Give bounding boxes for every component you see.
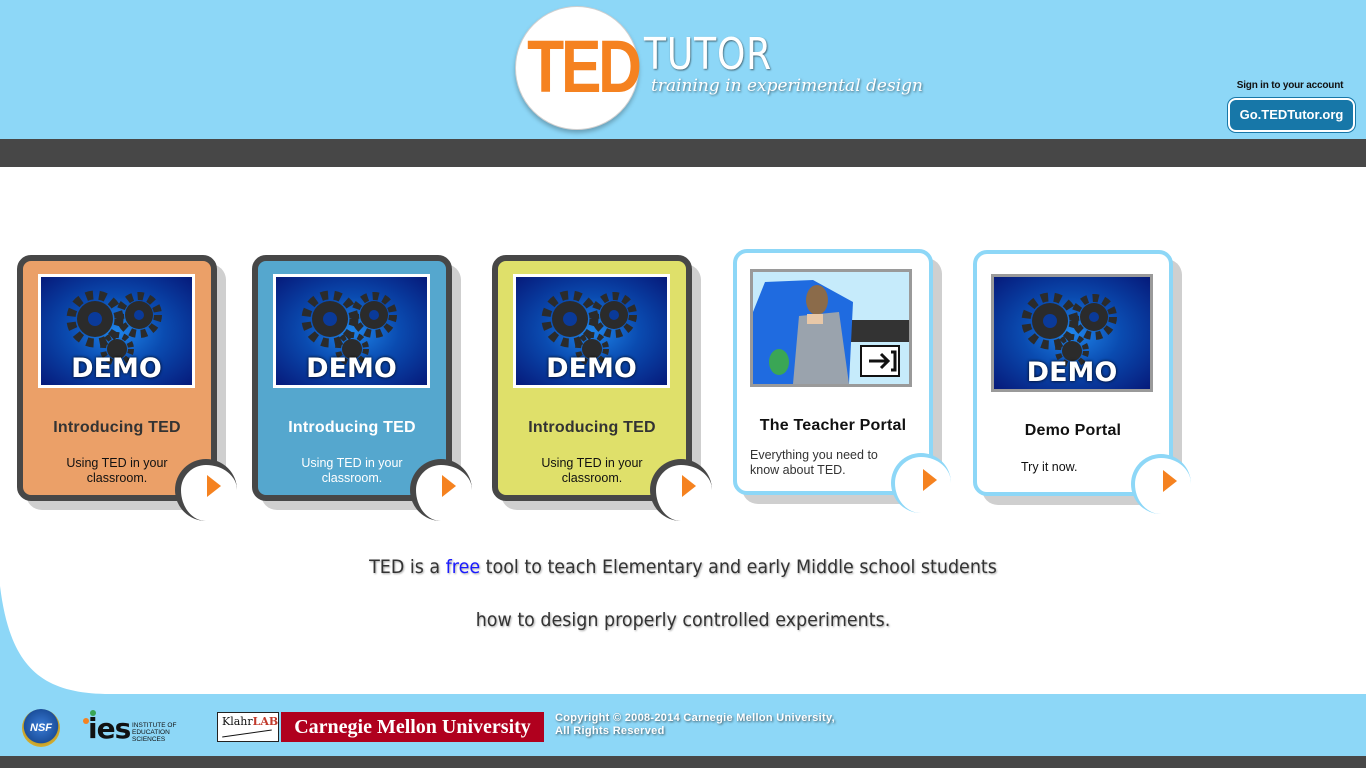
lab-word: LAB bbox=[252, 715, 279, 728]
card-title: The Teacher Portal bbox=[759, 417, 907, 434]
cmu-logo[interactable]: Carnegie Mellon University bbox=[281, 712, 544, 742]
card-introducing-ted-2[interactable]: DEMO Introducing TED Using TED in your c… bbox=[252, 255, 472, 521]
demo-label: DEMO bbox=[1026, 357, 1118, 388]
card-title: Demo Portal bbox=[1024, 422, 1122, 439]
card-introducing-ted-1[interactable]: DEMO Introducing TED Using TED in your c… bbox=[17, 255, 237, 521]
go-tedtutor-button[interactable]: Go.TEDTutor.org bbox=[1228, 98, 1355, 132]
signin-label: Sign in to your account bbox=[1236, 80, 1344, 91]
card-title: Introducing TED bbox=[528, 419, 656, 436]
play-arrow-icon[interactable] bbox=[682, 475, 696, 497]
tagline-line-1: TED is a free tool to teach Elementary a… bbox=[55, 556, 1312, 578]
card-demo-portal[interactable]: DEMO Demo Portal Try it now. bbox=[973, 250, 1191, 514]
card-title: Introducing TED bbox=[288, 419, 416, 436]
demo-label: DEMO bbox=[306, 353, 397, 384]
play-arrow-icon[interactable] bbox=[442, 475, 456, 497]
nsf-logo[interactable]: NSF bbox=[22, 709, 60, 747]
tagline-pre: TED is a bbox=[369, 556, 446, 578]
scientist-illustration-icon bbox=[753, 280, 909, 384]
ted-logo[interactable]: TED bbox=[515, 6, 642, 130]
demo-thumbnail[interactable]: DEMO bbox=[513, 274, 670, 388]
klahrlab-text: KlahrLAB bbox=[222, 715, 278, 728]
demo-thumbnail[interactable]: DEMO bbox=[38, 274, 195, 388]
card-notch bbox=[650, 459, 712, 521]
logo-ted-text: TED bbox=[527, 25, 642, 108]
copyright: Copyright © 2008-2014 Carnegie Mellon Un… bbox=[555, 712, 835, 738]
footer-bottom-bar bbox=[0, 756, 1366, 768]
demo-thumbnail[interactable]: DEMO bbox=[273, 274, 430, 388]
demo-thumbnail[interactable]: DEMO bbox=[991, 274, 1153, 392]
card-notch bbox=[410, 459, 472, 521]
card-description: Using TED in your classroom. bbox=[301, 456, 403, 485]
footer-wave bbox=[0, 586, 1366, 696]
card-title: Introducing TED bbox=[53, 419, 181, 436]
copyright-line-1: Copyright © 2008-2014 Carnegie Mellon Un… bbox=[555, 712, 835, 724]
teacher-portal-thumbnail[interactable] bbox=[750, 269, 912, 387]
ies-wordmark: ies bbox=[88, 712, 131, 745]
header-divider-bar bbox=[0, 139, 1366, 167]
klahrlab-line bbox=[222, 729, 272, 738]
card-description: Using TED in your classroom. bbox=[541, 456, 643, 485]
demo-label: DEMO bbox=[71, 353, 162, 384]
ies-subtitle: INSTITUTE OF EDUCATION SCIENCES bbox=[132, 722, 177, 743]
card-description: Try it now. bbox=[1021, 460, 1078, 474]
card-description: Everything you need to know about TED. bbox=[750, 448, 878, 477]
card-notch bbox=[891, 453, 951, 513]
logo-tagline: training in experimental design bbox=[651, 76, 923, 96]
card-introducing-ted-3[interactable]: DEMO Introducing TED Using TED in your c… bbox=[492, 255, 712, 521]
card-notch bbox=[1131, 454, 1191, 514]
tagline-free: free bbox=[445, 556, 481, 578]
card-description: Using TED in your classroom. bbox=[66, 456, 168, 485]
card-teacher-portal[interactable]: The Teacher Portal Everything you need t… bbox=[733, 249, 951, 513]
klahr-word: Klahr bbox=[222, 715, 253, 728]
play-arrow-icon[interactable] bbox=[923, 469, 937, 491]
play-arrow-icon[interactable] bbox=[207, 475, 221, 497]
card-notch bbox=[175, 459, 237, 521]
demo-label: DEMO bbox=[546, 353, 637, 384]
logo-tutor-text: TUTOR bbox=[644, 29, 773, 80]
copyright-line-2: All Rights Reserved bbox=[555, 725, 665, 737]
play-arrow-icon[interactable] bbox=[1163, 470, 1177, 492]
klahrlab-logo[interactable]: KlahrLAB bbox=[217, 712, 279, 742]
tagline-post: tool to teach Elementary and early Middl… bbox=[480, 556, 997, 578]
ies-logo[interactable]: ies INSTITUTE OF EDUCATION SCIENCES bbox=[80, 710, 210, 744]
